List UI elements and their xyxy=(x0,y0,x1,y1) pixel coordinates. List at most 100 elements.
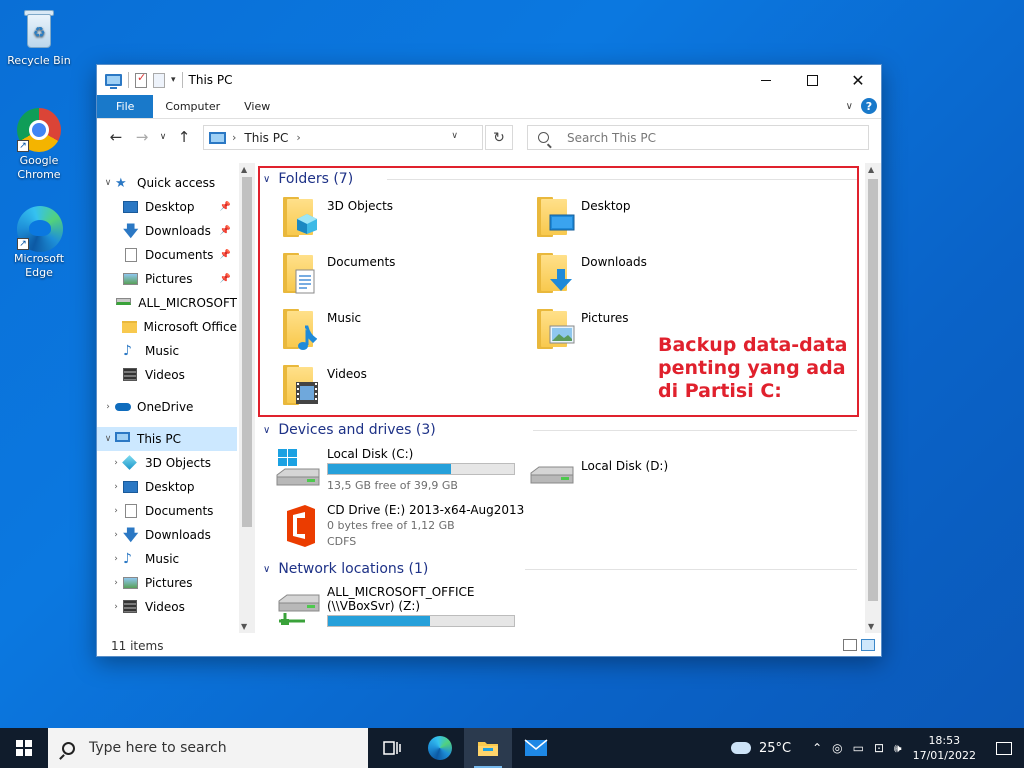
action-center-button[interactable] xyxy=(984,728,1024,768)
nav-item-3d-objects[interactable]: › 3D Objects xyxy=(97,451,237,475)
network-icon[interactable]: ⊡ xyxy=(874,741,884,755)
folder-icon xyxy=(121,320,138,334)
nav-item-pictures[interactable]: Pictures 📌 xyxy=(97,267,237,291)
back-button[interactable]: ← xyxy=(103,128,129,146)
search-input[interactable]: Search This PC xyxy=(527,125,869,150)
nav-item-label: OneDrive xyxy=(137,400,194,414)
expand-chevron-icon[interactable]: › xyxy=(109,578,123,588)
properties-icon[interactable] xyxy=(135,71,147,88)
nav-item-music[interactable]: ♪ Music xyxy=(97,339,237,363)
expand-chevron-icon[interactable]: ∨ xyxy=(101,178,115,188)
expand-chevron-icon[interactable]: ∨ xyxy=(101,434,115,444)
expand-chevron-icon[interactable]: › xyxy=(109,482,123,492)
pin-icon: 📌 xyxy=(219,274,231,284)
details-view-icon[interactable] xyxy=(843,639,857,651)
taskbar-file-explorer-button[interactable] xyxy=(464,728,512,768)
task-view-button[interactable] xyxy=(368,728,416,768)
start-button[interactable] xyxy=(0,728,48,768)
nav-item-downloads[interactable]: › 🡇 Downloads xyxy=(97,523,237,547)
weather-widget[interactable]: 25°C xyxy=(728,737,791,756)
help-icon[interactable]: ? xyxy=(861,98,877,114)
nav-item-videos[interactable]: Videos xyxy=(97,363,237,387)
clock[interactable]: 18:53 17/01/2022 xyxy=(913,733,976,763)
expand-ribbon-chevron-icon[interactable]: ∨ xyxy=(846,101,853,112)
tab-file[interactable]: File xyxy=(97,95,154,118)
large-icons-view-icon[interactable] xyxy=(861,639,875,651)
nav-item-label: Videos xyxy=(145,600,185,614)
customize-toolbar-dropdown-icon[interactable]: ▾ xyxy=(171,75,176,85)
expand-chevron-icon[interactable]: › xyxy=(109,602,123,612)
nav-item-music[interactable]: › ♪ Music xyxy=(97,547,237,571)
expand-chevron-icon[interactable]: › xyxy=(109,530,123,540)
refresh-button[interactable]: ↻ xyxy=(485,125,513,150)
nav-item-documents[interactable]: › Documents xyxy=(97,499,237,523)
recent-locations-dropdown[interactable]: ∨ xyxy=(155,132,171,142)
nav-item-documents[interactable]: Documents 📌 xyxy=(97,243,237,267)
breadcrumb-this-pc[interactable]: This PC xyxy=(244,131,288,145)
scrollbar-thumb[interactable] xyxy=(868,179,878,601)
close-button[interactable]: ✕ xyxy=(835,65,881,95)
up-button[interactable]: ↑ xyxy=(171,128,197,146)
network-drive-z[interactable]: ALL_MICROSOFT_OFFICE (\\VBoxSvr) (Z:) xyxy=(275,585,535,633)
breadcrumb-separator-icon[interactable]: › xyxy=(296,131,300,144)
minimize-button[interactable] xyxy=(743,65,789,95)
nav-item-pictures[interactable]: › Pictures xyxy=(97,571,237,595)
expand-chevron-icon[interactable]: › xyxy=(109,554,123,564)
nav-item-quick-access[interactable]: ∨ ★ Quick access xyxy=(97,171,237,195)
search-placeholder: Search This PC xyxy=(567,130,656,145)
desktop-icon-microsoft-edge[interactable]: ↗ Microsoft Edge xyxy=(4,206,74,280)
scrollbar-thumb[interactable] xyxy=(242,177,252,527)
title-bar[interactable]: ▾ This PC ✕ xyxy=(97,65,881,95)
chrome-icon: ↗ xyxy=(17,108,61,152)
tab-view[interactable]: View xyxy=(232,95,282,118)
this-pc-icon xyxy=(115,432,131,446)
item-count: 11 items xyxy=(111,639,164,653)
new-folder-icon[interactable] xyxy=(153,72,165,88)
nav-item-label: Music xyxy=(145,552,180,566)
tab-computer[interactable]: Computer xyxy=(153,95,232,118)
show-hidden-icons-chevron-icon[interactable]: ⌃ xyxy=(812,741,822,755)
taskbar-search-box[interactable]: Type here to search xyxy=(48,728,368,768)
meet-now-icon[interactable]: ◎ xyxy=(832,741,842,755)
nav-item-label: Documents xyxy=(145,504,214,518)
desktop-icon-google-chrome[interactable]: ↗ Google Chrome xyxy=(4,108,74,182)
volume-icon[interactable]: 🕪 xyxy=(894,741,902,756)
breadcrumb-separator-icon[interactable]: › xyxy=(232,131,236,144)
drive-local-disk-d[interactable]: Local Disk (D:) xyxy=(529,453,789,497)
pin-icon: 📌 xyxy=(219,202,231,212)
nav-item-microsoft-office[interactable]: Microsoft Office xyxy=(97,315,237,339)
star-icon: ★ xyxy=(115,176,127,191)
address-bar[interactable]: › This PC › ∨ xyxy=(203,125,483,150)
nav-item-onedrive[interactable]: › OneDrive xyxy=(97,395,237,419)
maximize-button[interactable] xyxy=(789,65,835,95)
nav-item-desktop[interactable]: Desktop 📌 xyxy=(97,195,237,219)
nav-item-desktop[interactable]: › Desktop xyxy=(97,475,237,499)
drive-cd-e[interactable]: CD Drive (E:) 2013-x64-Aug2013 0 bytes f… xyxy=(275,503,535,555)
drive-file-system: CDFS xyxy=(327,535,357,548)
group-header-devices-and-drives[interactable]: ∨ Devices and drives (3) xyxy=(263,419,436,441)
nav-item-label: Desktop xyxy=(145,480,195,494)
navigation-pane[interactable]: ∨ ★ Quick access Desktop 📌 🡇 Downloads 📌 Documen… xyxy=(97,163,255,633)
navigation-pane-scrollbar[interactable]: ▲ ▼ xyxy=(239,163,255,633)
nav-item-label: Downloads xyxy=(145,528,211,542)
local-disk-icon xyxy=(530,466,574,484)
nav-item-this-pc[interactable]: ∨ This PC xyxy=(97,427,237,451)
expand-chevron-icon[interactable]: › xyxy=(101,402,115,412)
address-history-dropdown-icon[interactable]: ∨ xyxy=(451,131,458,141)
group-header-network-locations[interactable]: ∨ Network locations (1) xyxy=(263,558,428,580)
nav-item-all-microsoft[interactable]: ALL_MICROSOFT xyxy=(97,291,237,315)
network-drive-name: ALL_MICROSOFT_OFFICE xyxy=(327,585,475,599)
desktop-icon-recycle-bin[interactable]: ♻ Recycle Bin xyxy=(4,8,74,68)
network-drive-icon xyxy=(116,296,132,310)
expand-chevron-icon[interactable]: › xyxy=(109,458,123,468)
taskbar-edge-button[interactable] xyxy=(416,728,464,768)
nav-item-downloads[interactable]: 🡇 Downloads 📌 xyxy=(97,219,237,243)
expand-chevron-icon[interactable]: › xyxy=(109,506,123,516)
content-pane-scrollbar[interactable]: ▲ ▼ xyxy=(865,163,881,633)
taskbar-mail-button[interactable] xyxy=(512,728,560,768)
drive-local-disk-c[interactable]: Local Disk (C:) 13,5 GB free of 39,9 GB xyxy=(275,447,535,497)
forward-button[interactable]: → xyxy=(129,128,155,146)
nav-item-videos[interactable]: › Videos xyxy=(97,595,237,619)
status-bar: 11 items xyxy=(97,635,881,657)
battery-icon[interactable]: ▭ xyxy=(853,741,864,755)
